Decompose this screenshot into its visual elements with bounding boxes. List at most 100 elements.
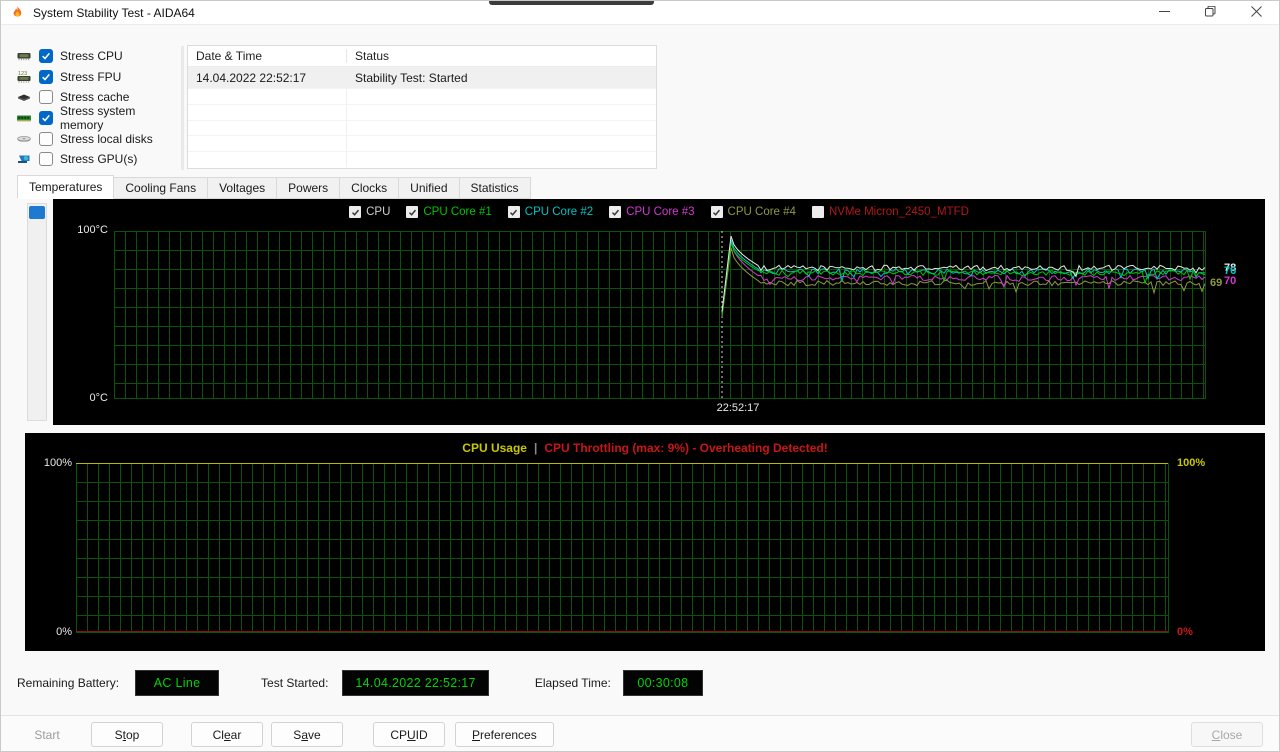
stress-checkbox[interactable]	[39, 131, 53, 146]
cpu-usage-grid	[76, 463, 1169, 633]
start-button[interactable]: Start	[11, 722, 83, 747]
window-title: System Stability Test - AIDA64	[33, 5, 195, 20]
legend-label: CPU Core #1	[423, 206, 492, 218]
cpu-usage-line	[76, 463, 1168, 464]
stress-option[interactable]: Stress system memory	[15, 104, 179, 132]
chart-tabs: Temperatures Cooling Fans Voltages Powers Cl…	[17, 175, 531, 199]
cpu-throttling-title: CPU Throttling (max: 9%) - Overheating D…	[544, 441, 828, 455]
cpu-throttling-line	[76, 631, 1168, 632]
footer-button-bar: Start Stop Clear Save CPUID Preferences Close	[1, 715, 1279, 751]
status-bar: Remaining Battery: AC Line Test Started:…	[1, 651, 1279, 715]
stress-option[interactable]: Stress GPU(s)	[15, 149, 179, 170]
legend-item[interactable]: CPU	[349, 206, 390, 218]
stress-options-scrollbar[interactable]	[181, 46, 184, 170]
stress-option-label: Stress cache	[60, 90, 130, 105]
legend-checkbox[interactable]	[507, 206, 520, 218]
gpu-icon	[15, 151, 32, 167]
restore-button[interactable]	[1187, 1, 1233, 24]
stress-option-label: Stress local disks	[60, 131, 153, 146]
clear-button[interactable]: Clear	[191, 722, 263, 747]
legend-item[interactable]: CPU Core #3	[609, 206, 695, 218]
preferences-button[interactable]: Preferences	[455, 722, 554, 747]
stress-option[interactable]: Stress CPU	[15, 46, 179, 67]
log-row-empty	[188, 103, 656, 120]
tab-cooling-fans[interactable]: Cooling Fans	[113, 177, 209, 199]
app-flame-icon	[10, 5, 25, 20]
title-separator: |	[533, 441, 538, 455]
elapsed-time-label: Elapsed Time:	[534, 676, 611, 690]
tab-unified[interactable]: Unified	[398, 177, 460, 199]
minimize-button[interactable]	[1141, 1, 1187, 24]
app-window: System Stability Test - AIDA64 Stress CP…	[0, 0, 1280, 752]
usage-right-max-label: 100%	[1177, 457, 1206, 469]
battery-label: Remaining Battery:	[17, 676, 120, 690]
chart-scrollbar-handle[interactable]	[29, 206, 45, 219]
legend-checkbox[interactable]	[349, 206, 362, 218]
stress-option-label: Stress FPU	[60, 69, 122, 84]
y-axis-max-label: 100°C	[77, 224, 108, 236]
minimize-icon	[1158, 5, 1170, 20]
legend-label: NVMe Micron_2450_MTFD	[828, 206, 969, 218]
close-icon	[1250, 5, 1262, 20]
tab-statistics[interactable]: Statistics	[458, 177, 531, 199]
log-row-empty	[188, 135, 656, 152]
stress-checkbox[interactable]	[39, 111, 53, 126]
screen-artifact	[489, 1, 654, 5]
save-button[interactable]: Save	[271, 722, 343, 747]
legend-item[interactable]: CPU Core #1	[406, 206, 492, 218]
tab-powers[interactable]: Powers	[276, 177, 341, 199]
log-row-empty	[188, 119, 656, 136]
stress-options: Stress CPU 123 Stress FPU Stress cache Stres…	[15, 46, 179, 170]
usage-y-max-label: 100%	[43, 457, 72, 469]
series-cpu-core-3	[721, 240, 1206, 316]
log-row-empty	[188, 88, 656, 104]
disk-icon	[15, 131, 32, 147]
current-value-label: 69	[1210, 277, 1223, 290]
test-started-value: 14.04.2022 22:52:17	[342, 670, 489, 696]
series-cpu	[721, 235, 1206, 312]
series-cpu-core-2	[721, 239, 1206, 314]
legend-label: CPU Core #4	[727, 206, 796, 218]
legend-checkbox[interactable]	[609, 206, 622, 218]
stress-option-label: Stress CPU	[60, 49, 123, 64]
cpu-usage-chart: CPU Usage | CPU Throttling (max: 9%) - O…	[25, 433, 1265, 651]
stress-checkbox[interactable]	[39, 49, 53, 64]
close-window-button[interactable]	[1233, 1, 1279, 24]
temperature-grid	[114, 231, 1206, 399]
elapsed-time-value: 00:30:08	[622, 670, 703, 696]
close-button[interactable]: Close	[1191, 722, 1263, 747]
battery-value: AC Line	[135, 670, 220, 696]
usage-y-min-label: 0%	[56, 626, 72, 638]
cpu-usage-title: CPU Usage	[462, 441, 527, 455]
column-header-datetime[interactable]: Date & Time	[188, 49, 346, 63]
legend-checkbox[interactable]	[811, 206, 824, 218]
stop-button[interactable]: Stop	[91, 722, 163, 747]
stress-checkbox[interactable]	[39, 90, 53, 105]
column-header-status[interactable]: Status	[346, 49, 656, 63]
restore-icon	[1204, 5, 1216, 20]
legend-label: CPU	[366, 206, 391, 218]
legend-item[interactable]: NVMe Micron_2450_MTFD	[811, 206, 969, 218]
cpuid-button[interactable]: CPUID	[373, 722, 445, 747]
legend-label: CPU Core #3	[626, 206, 695, 218]
current-value-label: 70	[1224, 275, 1237, 288]
chart-vertical-scrollbar[interactable]	[27, 203, 47, 421]
log-row[interactable]: 14.04.2022 22:52:17 Stability Test: Start…	[188, 67, 656, 88]
window-controls	[1141, 1, 1279, 24]
legend-checkbox[interactable]	[710, 206, 723, 218]
legend-item[interactable]: CPU Core #2	[507, 206, 593, 218]
stress-checkbox[interactable]	[39, 69, 53, 84]
x-axis-time-label: 22:52:17	[716, 402, 760, 414]
tab-temperatures[interactable]: Temperatures	[17, 175, 115, 199]
stress-checkbox[interactable]	[39, 152, 53, 167]
series-cpu-core-4	[721, 247, 1206, 317]
temperature-legend: CPU CPU Core #1 CPU Core #2 CPU Core #3 CPU …	[53, 206, 1265, 218]
cpu-usage-chart-title: CPU Usage | CPU Throttling (max: 9%) - O…	[25, 441, 1265, 455]
stress-option-label: Stress GPU(s)	[60, 152, 138, 167]
temperature-chart: CPU CPU Core #1 CPU Core #2 CPU Core #3 CPU …	[53, 199, 1265, 425]
tab-voltages[interactable]: Voltages	[207, 177, 278, 199]
legend-item[interactable]: CPU Core #4	[710, 206, 796, 218]
tab-clocks[interactable]: Clocks	[339, 177, 400, 199]
stress-option[interactable]: 123 Stress FPU	[15, 67, 179, 88]
legend-checkbox[interactable]	[406, 206, 419, 218]
